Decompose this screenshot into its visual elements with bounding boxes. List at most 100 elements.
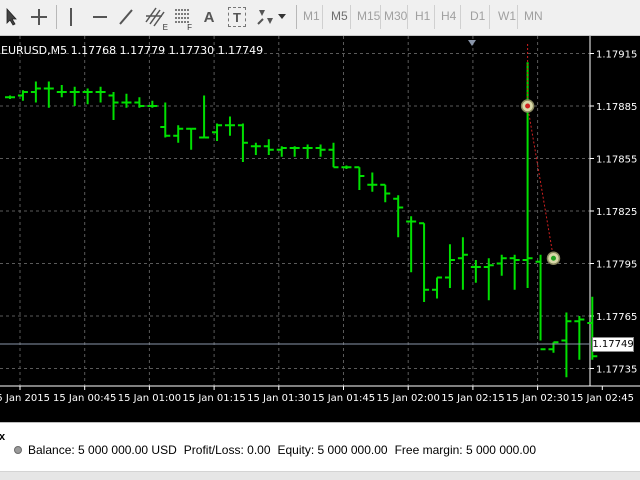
ohlc-bar	[5, 95, 15, 99]
ohlc-bar	[393, 195, 404, 238]
fibonacci-icon[interactable]: F	[172, 4, 192, 32]
price-label: 1.17735	[596, 365, 637, 376]
ohlc-bar	[17, 90, 28, 101]
price-label: 1.17855	[596, 155, 637, 166]
chart-shift-icon	[468, 40, 476, 46]
ohlc-bar	[535, 254, 546, 351]
panel-bottom-strip	[0, 471, 640, 480]
timeframe-h4[interactable]: H4	[441, 9, 456, 23]
ohlc-bar	[95, 86, 106, 103]
time-label: 15 Jan 02:45	[571, 393, 634, 404]
text-label-icon[interactable]: T	[226, 4, 248, 30]
ohlc-bar	[574, 316, 585, 360]
toolbar-separator	[460, 5, 461, 29]
ohlc-bar	[419, 222, 430, 302]
cursor-icon[interactable]	[4, 4, 20, 30]
balance-text: Balance: 5 000 000.00 USD	[28, 443, 177, 457]
ohlc-bar	[82, 88, 93, 105]
time-label: 15 Jan 02:15	[441, 393, 504, 404]
ohlc-bar	[380, 183, 391, 203]
timeframe-d1[interactable]: D1	[470, 9, 485, 23]
ohlc-bar	[354, 166, 365, 190]
time-label: 15 Jan 01:00	[118, 393, 181, 404]
time-label: 15 Jan 01:30	[247, 393, 310, 404]
price-label: 1.17825	[596, 207, 637, 218]
text-tool-label: A	[203, 8, 215, 26]
timeframe-m1[interactable]: M1	[303, 9, 320, 23]
time-label: 15 Jan 2015	[0, 393, 50, 404]
text-icon[interactable]: A	[200, 4, 218, 30]
toolbar: E F A T M1 M5 M15 M30 H1 H4 D1 W1 MN	[0, 0, 640, 36]
ohlc-bar	[470, 260, 481, 283]
profit-loss-text: Profit/Loss: 0.00	[183, 443, 271, 457]
ohlc-bar	[147, 100, 158, 108]
toolbar-separator	[380, 5, 381, 29]
trade-connector	[527, 105, 554, 259]
ohlc-bar	[173, 125, 184, 143]
free-margin-text: Free margin: 5 000 000.00	[394, 443, 537, 457]
horizontal-line-icon[interactable]	[90, 4, 110, 30]
status-dot-icon	[14, 446, 22, 454]
timeframe-m5[interactable]: M5	[331, 9, 348, 23]
ohlc-bar	[199, 95, 210, 139]
trade-marker-dot	[550, 255, 556, 261]
toolbar-separator	[56, 5, 57, 29]
toolbar-separator	[489, 5, 490, 29]
ohlc-bar	[237, 123, 248, 162]
toolbar-separator	[407, 5, 408, 29]
ohlc-bar	[367, 172, 378, 192]
timeframe-w1[interactable]: W1	[498, 9, 516, 23]
price-label: 1.17795	[596, 260, 637, 271]
ohlc-bar	[160, 102, 171, 138]
ohlc-bar	[496, 254, 507, 276]
ohlc-bar	[224, 116, 235, 136]
symbol-info: EURUSD,M5 1.17768 1.17779 1.17730 1.1774…	[1, 44, 264, 57]
ohlc-bar	[186, 127, 197, 150]
chart-canvas[interactable]: 1.17915 1.17885 1.17855 1.17825 1.17795 1.177…	[0, 36, 640, 422]
ohlc-bar	[561, 312, 572, 378]
crosshair-icon[interactable]	[28, 4, 50, 30]
vertical-line-icon[interactable]	[64, 4, 78, 30]
toolbar-separator	[322, 5, 323, 29]
ohlc-bar	[483, 258, 494, 301]
ohlc-bar	[289, 146, 300, 157]
fibonacci-channel-icon[interactable]: E	[144, 4, 168, 32]
ohlc-bar	[302, 144, 313, 159]
dropdown-icon[interactable]	[277, 4, 287, 30]
toolbar-separator	[434, 5, 435, 29]
price-label: 1.17915	[596, 50, 637, 61]
equity-text: Equity: 5 000 000.00	[277, 443, 388, 457]
ohlc-bar	[263, 139, 274, 155]
ohlc-bar	[457, 237, 468, 290]
trade-marker-dot	[525, 103, 531, 109]
timeframe-m15[interactable]: M15	[357, 9, 380, 23]
arrows-icon[interactable]	[254, 4, 276, 30]
time-label: 15 Jan 01:45	[312, 393, 375, 404]
ohlc-bar	[315, 144, 326, 157]
timeframe-m30[interactable]: M30	[384, 9, 407, 23]
close-icon[interactable]: x	[0, 431, 5, 443]
price-chart[interactable]: 1.17915 1.17885 1.17855 1.17825 1.17795 1.177…	[0, 36, 640, 422]
ohlc-bar	[250, 142, 261, 155]
ohlc-bar	[212, 123, 223, 141]
trendline-icon[interactable]	[116, 4, 136, 30]
toolbar-separator	[350, 5, 351, 29]
toolbar-separator	[296, 5, 297, 29]
ohlc-bar	[43, 81, 54, 108]
ohlc-bar	[328, 142, 339, 169]
ohlc-bar	[276, 146, 287, 157]
ohlc-bar	[56, 85, 67, 98]
time-label: 15 Jan 00:45	[53, 393, 116, 404]
ohlc-bar	[432, 276, 443, 299]
current-price-tag: 1.17749	[592, 337, 634, 352]
timeframe-h1[interactable]: H1	[415, 9, 430, 23]
time-label: 15 Jan 02:00	[377, 393, 440, 404]
label-tool-label: T	[233, 9, 241, 25]
fib2-sub-label: F	[187, 23, 192, 32]
ohlc-bar	[134, 97, 145, 108]
account-status-row: Balance: 5 000 000.00 USD Profit/Loss: 0…	[14, 443, 536, 457]
time-label: 15 Jan 02:30	[506, 393, 569, 404]
ohlc-bar	[30, 81, 41, 103]
price-label: 1.17765	[596, 312, 637, 323]
timeframe-mn[interactable]: MN	[524, 9, 543, 23]
